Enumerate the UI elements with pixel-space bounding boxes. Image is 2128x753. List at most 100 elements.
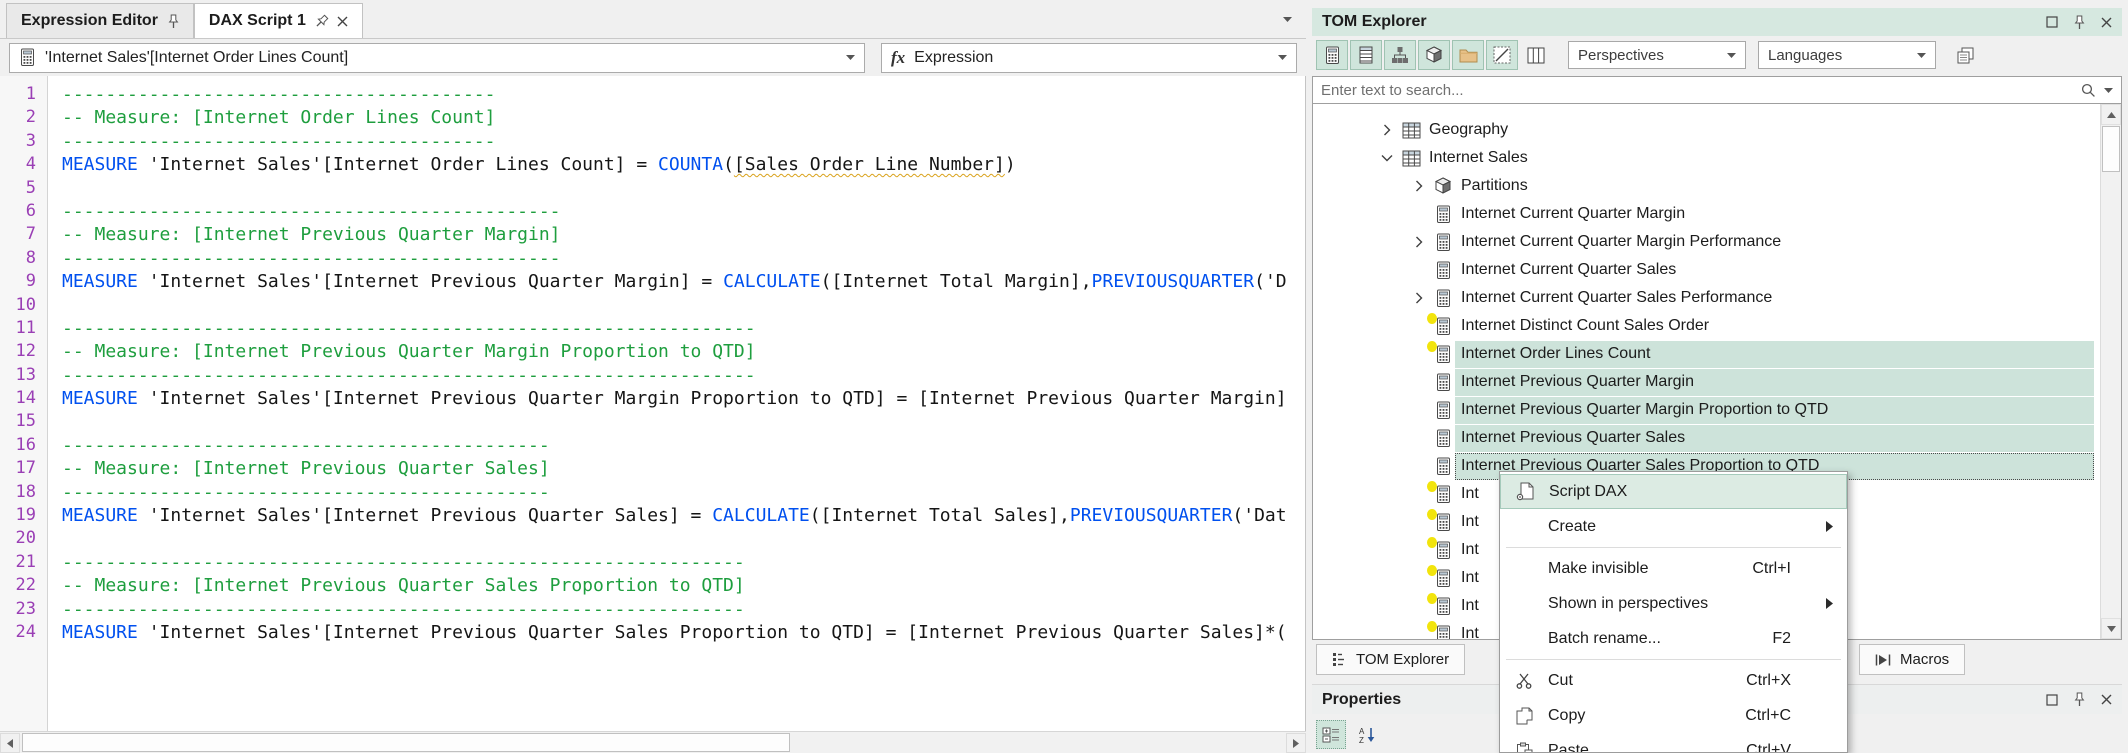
code-line: 21 --------------------------------------… <box>0 551 1305 574</box>
sort-alphabetical-icon[interactable]: AZ <box>1352 720 1382 749</box>
tree-item[interactable]: Internet Order Lines Count <box>1313 340 2121 368</box>
code-line: 4 MEASURE 'Internet Sales'[Internet Order… <box>0 153 1305 176</box>
copy-icon <box>1508 707 1540 725</box>
measure-icon <box>1431 373 1455 392</box>
scroll-left-icon[interactable] <box>0 733 20 753</box>
menu-item-create[interactable]: Create <box>1500 509 1847 544</box>
tree-item[interactable]: Internet Current Quarter Sales <box>1313 256 2121 284</box>
line-number: 18 <box>15 481 36 502</box>
search-icon[interactable] <box>2081 83 2096 98</box>
menu-item-label: Create <box>1548 517 1597 535</box>
menu-item-script-dax[interactable]: Script DAX <box>1500 474 1847 509</box>
panel-title: TOM Explorer <box>1322 13 1427 30</box>
chevron-right-icon[interactable] <box>1407 292 1431 304</box>
tree-item[interactable]: Internet Previous Quarter Sales <box>1313 424 2121 452</box>
tree-vertical-scrollbar[interactable] <box>2100 104 2121 639</box>
chevron-down-icon[interactable] <box>1917 52 1926 58</box>
close-icon[interactable] <box>2101 17 2112 28</box>
tom-explorer-toolbar: Perspectives Languages <box>1312 36 2122 74</box>
code-line: 7 -- Measure: [Internet Previous Quarter … <box>0 223 1305 246</box>
expression-selector-combobox[interactable]: fx Expression <box>881 42 1297 73</box>
tree-item[interactable]: Internet Current Quarter Margin <box>1313 200 2121 228</box>
tree-item[interactable]: Partitions <box>1313 172 2121 200</box>
duplicate-icon[interactable] <box>1950 41 1980 69</box>
dock-tab-label: Macros <box>1900 651 1950 668</box>
dock-tab-tom-explorer[interactable]: TOM Explorer <box>1316 644 1466 675</box>
editor-horizontal-scrollbar[interactable] <box>0 731 1306 753</box>
dock-tab-label: TOM Explorer <box>1356 651 1450 668</box>
menu-item-make-invisible[interactable]: Make invisible Ctrl+I <box>1500 551 1847 586</box>
show-hidden-filter-icon[interactable] <box>1486 40 1518 70</box>
menu-separator <box>1506 659 1841 660</box>
chevron-down-icon[interactable] <box>1727 52 1736 58</box>
submenu-arrow-icon <box>1826 521 1833 532</box>
measures-filter-icon[interactable] <box>1316 40 1348 70</box>
code-text: ----------------------------------------… <box>62 598 745 620</box>
float-window-icon[interactable] <box>2046 16 2058 28</box>
dock-tab-macros[interactable]: Macros <box>1859 644 1966 675</box>
tree-item[interactable]: Internet Sales <box>1313 144 2121 172</box>
dax-code-editor[interactable]: 1 ---------------------------------------… <box>0 76 1306 731</box>
scroll-up-icon[interactable] <box>2101 104 2121 125</box>
chevron-down-icon[interactable] <box>1375 154 1399 162</box>
tree-item-label: Internet Previous Quarter Margin <box>1455 368 2094 396</box>
tree-item[interactable]: Internet Current Quarter Sales Performan… <box>1313 284 2121 312</box>
scrollbar-thumb[interactable] <box>22 733 790 752</box>
chevron-down-icon[interactable] <box>846 55 855 60</box>
partitions-filter-icon[interactable] <box>1418 40 1450 70</box>
measure-selector-combobox[interactable]: 'Internet Sales'[Internet Order Lines Co… <box>9 42 865 73</box>
tree-item[interactable]: Internet Current Quarter Margin Performa… <box>1313 228 2121 256</box>
editor-tabstrip: Expression Editor DAX Script 1 <box>6 3 1306 38</box>
line-number: 19 <box>15 505 36 526</box>
modified-badge <box>1427 564 1437 576</box>
menu-item-paste[interactable]: Paste Ctrl+V <box>1500 733 1847 752</box>
line-number: 15 <box>15 411 36 432</box>
pin-icon[interactable] <box>168 14 179 29</box>
tab-expression-editor[interactable]: Expression Editor <box>6 3 194 38</box>
line-number: 24 <box>15 621 36 642</box>
categorized-view-icon[interactable] <box>1316 720 1346 749</box>
pin-icon[interactable] <box>312 12 330 30</box>
folders-filter-icon[interactable] <box>1452 40 1484 70</box>
tree-item[interactable]: Geography <box>1313 116 2121 144</box>
pin-icon[interactable] <box>2074 692 2085 707</box>
table-icon <box>1399 150 1423 167</box>
menu-item-batch-rename[interactable]: Batch rename... F2 <box>1500 621 1847 656</box>
close-icon[interactable] <box>2101 694 2112 705</box>
menu-item-cut[interactable]: Cut Ctrl+X <box>1500 663 1847 698</box>
hierarchies-filter-icon[interactable] <box>1384 40 1416 70</box>
menu-item-shown-in-perspectives[interactable]: Shown in perspectives <box>1500 586 1847 621</box>
tab-list-dropdown-icon[interactable] <box>1283 17 1292 22</box>
menu-item-label: Batch rename... <box>1548 629 1661 647</box>
paste-icon <box>1508 742 1540 752</box>
measure-icon <box>1431 289 1455 308</box>
chevron-right-icon[interactable] <box>1407 180 1431 192</box>
modified-badge <box>1427 620 1437 632</box>
tab-dax-script-1[interactable]: DAX Script 1 <box>193 3 363 38</box>
perspectives-combobox[interactable]: Perspectives <box>1568 41 1746 69</box>
code-line: 5 <box>0 177 1305 200</box>
tree-item[interactable]: Internet Distinct Count Sales Order <box>1313 312 2121 340</box>
chevron-right-icon[interactable] <box>1375 124 1399 136</box>
pin-icon[interactable] <box>2074 15 2085 30</box>
columns-filter-icon[interactable] <box>1350 40 1382 70</box>
scrollbar-thumb[interactable] <box>2102 126 2120 172</box>
measure-icon <box>1427 536 1455 560</box>
close-tab-icon[interactable] <box>337 16 348 27</box>
chevron-down-icon[interactable] <box>1278 55 1287 60</box>
scroll-down-icon[interactable] <box>2101 618 2121 639</box>
tree-item[interactable]: Internet Previous Quarter Margin Proport… <box>1313 396 2121 424</box>
tree-search-input[interactable] <box>1321 81 2073 99</box>
tree-search-box <box>1312 76 2122 104</box>
tree-item[interactable]: Internet Previous Quarter Margin <box>1313 368 2121 396</box>
chevron-right-icon[interactable] <box>1407 236 1431 248</box>
table-columns-filter-icon[interactable] <box>1520 40 1552 70</box>
float-window-icon[interactable] <box>2046 693 2058 706</box>
code-line: 24 MEASURE 'Internet Sales'[Internet Prev… <box>0 621 1305 644</box>
code-line: 2 -- Measure: [Internet Order Lines Count… <box>0 106 1305 129</box>
scroll-right-icon[interactable] <box>1286 733 1306 753</box>
chevron-down-icon[interactable] <box>2104 87 2113 93</box>
languages-combobox[interactable]: Languages <box>1758 41 1936 69</box>
menu-item-copy[interactable]: Copy Ctrl+C <box>1500 698 1847 733</box>
